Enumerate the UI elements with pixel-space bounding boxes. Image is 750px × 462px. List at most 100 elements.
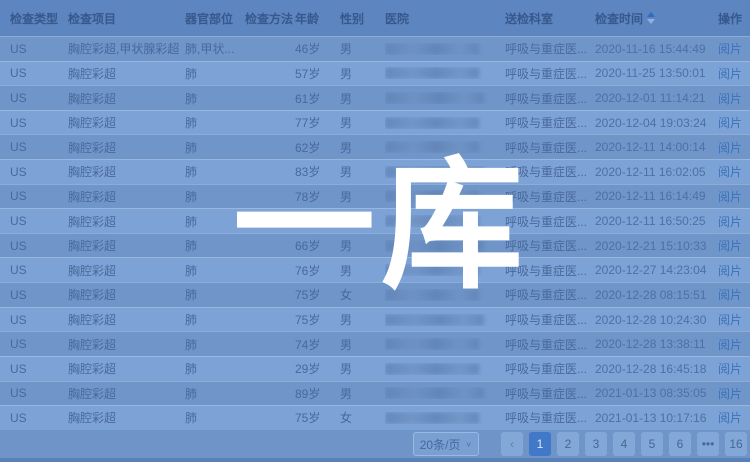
cell-exam-type: US: [10, 140, 68, 154]
cell-exam-time: 2020-12-28 16:45:18: [595, 362, 718, 376]
table-row: US 胸腔彩超 肺 29岁 男 呼吸与重症医... 2020-12-28 16:…: [0, 356, 750, 381]
cell-age: 75岁: [295, 311, 340, 328]
cell-gender: 男: [340, 40, 385, 57]
cell-dept: 呼吸与重症医...: [505, 188, 595, 205]
page-size-label: 20条/页: [420, 436, 461, 453]
table-row: US 胸腔彩超 肺 76岁 女 呼吸与重症医... 2020-12-11 16:…: [0, 208, 750, 233]
view-images-link[interactable]: 阅片: [718, 215, 742, 229]
cell-dept: 呼吸与重症医...: [505, 286, 595, 303]
cell-exam-time: 2021-01-13 10:17:16: [595, 411, 718, 425]
view-images-link[interactable]: 阅片: [718, 362, 742, 376]
cell-exam-item: 胸腔彩超,甲状腺彩超: [68, 40, 185, 57]
col-header-age: 年龄: [295, 10, 340, 27]
col-header-dept: 送检科室: [505, 10, 595, 27]
cell-exam-item: 胸腔彩超: [68, 409, 185, 426]
cell-organ: 肺: [185, 262, 245, 279]
view-images-link[interactable]: 阅片: [718, 190, 742, 204]
cell-exam-time: 2020-12-28 13:38:11: [595, 337, 718, 351]
cell-gender: 女: [340, 286, 385, 303]
table-row: US 胸腔彩超 肺 75岁 女 呼吸与重症医... 2021-01-13 10:…: [0, 405, 750, 430]
view-images-link[interactable]: 阅片: [718, 67, 742, 81]
view-images-link[interactable]: 阅片: [718, 141, 742, 155]
cell-hospital: [385, 314, 505, 326]
cell-gender: 男: [340, 237, 385, 254]
view-images-link[interactable]: 阅片: [718, 116, 742, 130]
cell-age: 76岁: [295, 213, 340, 230]
view-images-link[interactable]: 阅片: [718, 288, 742, 302]
page-button-4[interactable]: 4: [613, 432, 635, 456]
page-button-6[interactable]: 6: [669, 432, 691, 456]
cell-hospital: [385, 141, 505, 153]
view-images-link[interactable]: 阅片: [718, 338, 742, 352]
cell-dept: 呼吸与重症医...: [505, 311, 595, 328]
cell-hospital: [385, 338, 505, 350]
sort-desc-icon: [647, 19, 655, 24]
col-header-action: 操作: [718, 10, 750, 27]
table-row: US 胸腔彩超 肺 89岁 男 呼吸与重症医... 2021-01-13 08:…: [0, 381, 750, 406]
cell-gender: 男: [340, 360, 385, 377]
pagination-bar: 20条/页 ∨ ‹ 123456 ••• 16: [0, 430, 750, 458]
cell-dept: 呼吸与重症医...: [505, 336, 595, 353]
cell-organ: 肺: [185, 163, 245, 180]
cell-dept: 呼吸与重症医...: [505, 40, 595, 57]
page-button-5[interactable]: 5: [641, 432, 663, 456]
cell-organ: 肺: [185, 114, 245, 131]
cell-exam-item: 胸腔彩超: [68, 114, 185, 131]
exam-list-screen: 检查类型 检查项目 器官部位 检查方法 年龄 性别 医院 送检科室 检查时间 操…: [0, 0, 750, 462]
cell-organ: 肺,甲状...: [185, 40, 245, 57]
hospital-redacted-blur: [385, 338, 479, 350]
cell-dept: 呼吸与重症医...: [505, 213, 595, 230]
cell-gender: 男: [340, 336, 385, 353]
hospital-redacted-blur: [385, 264, 479, 276]
view-images-link[interactable]: 阅片: [718, 239, 742, 253]
cell-hospital: [385, 240, 505, 252]
cell-hospital: [385, 92, 505, 104]
page-button-3[interactable]: 3: [585, 432, 607, 456]
cell-exam-time: 2020-12-27 14:23:04: [595, 263, 718, 277]
table-row: US 胸腔彩超 肺 83岁 男 呼吸与重症医... 2020-12-11 16:…: [0, 159, 750, 184]
exam-table: 检查类型 检查项目 器官部位 检查方法 年龄 性别 医院 送检科室 检查时间 操…: [0, 0, 750, 430]
view-images-link[interactable]: 阅片: [718, 387, 742, 401]
cell-exam-time: 2020-12-11 14:00:14: [595, 140, 718, 154]
cell-organ: 肺: [185, 65, 245, 82]
cell-exam-item: 胸腔彩超: [68, 188, 185, 205]
cell-age: 76岁: [295, 262, 340, 279]
cell-exam-type: US: [10, 91, 68, 105]
col-header-exam-time-sort[interactable]: 检查时间: [595, 10, 655, 27]
cell-exam-time: 2020-12-11 16:14:49: [595, 189, 718, 203]
more-pages-button[interactable]: •••: [697, 432, 719, 456]
view-images-link[interactable]: 阅片: [718, 411, 742, 425]
view-images-link[interactable]: 阅片: [718, 42, 742, 56]
view-images-link[interactable]: 阅片: [718, 313, 742, 327]
cell-exam-item: 胸腔彩超: [68, 90, 185, 107]
cell-exam-type: US: [10, 165, 68, 179]
view-images-link[interactable]: 阅片: [718, 165, 742, 179]
hospital-redacted-blur: [385, 289, 479, 301]
cell-hospital: [385, 67, 505, 79]
page-button-16[interactable]: 16: [725, 432, 747, 456]
cell-age: 74岁: [295, 336, 340, 353]
table-row: US 胸腔彩超 肺 66岁 男 呼吸与重症医... 2020-12-21 15:…: [0, 233, 750, 258]
page-button-1[interactable]: 1: [529, 432, 551, 456]
cell-exam-item: 胸腔彩超: [68, 262, 185, 279]
cell-age: 78岁: [295, 188, 340, 205]
cell-exam-type: US: [10, 116, 68, 130]
table-row: US 胸腔彩超 肺 57岁 男 呼吸与重症医... 2020-11-25 13:…: [0, 61, 750, 86]
cell-exam-time: 2020-12-28 08:15:51: [595, 288, 718, 302]
col-header-exam-type: 检查类型: [10, 10, 68, 27]
table-row: US 胸腔彩超 肺 75岁 男 呼吸与重症医... 2020-12-28 10:…: [0, 307, 750, 332]
cell-gender: 男: [340, 65, 385, 82]
prev-page-button[interactable]: ‹: [501, 432, 523, 456]
cell-exam-time: 2021-01-13 08:35:05: [595, 386, 718, 400]
cell-organ: 肺: [185, 139, 245, 156]
col-header-exam-time-label: 检查时间: [595, 10, 643, 27]
page-size-select[interactable]: 20条/页 ∨: [413, 432, 479, 456]
view-images-link[interactable]: 阅片: [718, 92, 742, 106]
hospital-redacted-blur: [385, 215, 479, 227]
cell-gender: 男: [340, 139, 385, 156]
page-button-2[interactable]: 2: [557, 432, 579, 456]
cell-gender: 男: [340, 163, 385, 180]
cell-exam-type: US: [10, 337, 68, 351]
cell-exam-time: 2020-12-28 10:24:30: [595, 313, 718, 327]
view-images-link[interactable]: 阅片: [718, 264, 742, 278]
